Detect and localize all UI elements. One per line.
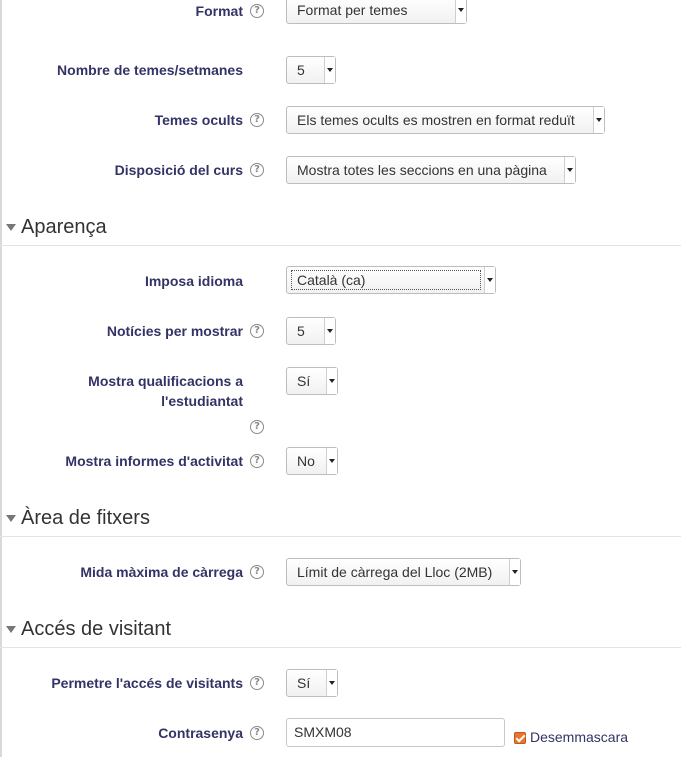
hidden-sections-select-value: Els temes ocults es mostren en format re… [297, 112, 575, 128]
section-header-files[interactable]: Àrea de fitxers [0, 502, 681, 537]
help-icon[interactable]: ? [250, 676, 264, 690]
course-layout-select[interactable]: Mostra totes les seccions en una pàgina [286, 156, 576, 184]
collapse-triangle-icon [6, 626, 16, 633]
section-title-files: Àrea de fitxers [21, 507, 150, 529]
field-label-show-grades-line2: l'estudiantat [161, 393, 243, 409]
help-icon[interactable]: ? [250, 113, 264, 127]
unmask-label[interactable]: Desemmascara [530, 728, 628, 746]
help-icon[interactable]: ? [250, 163, 264, 177]
chevron-down-icon [455, 0, 466, 23]
guest-password-value: SMXM08 [294, 724, 352, 740]
chevron-down-icon [564, 157, 575, 183]
force-language-select[interactable]: Català (ca) [286, 266, 496, 294]
section-header-appearance[interactable]: Aparença [0, 211, 681, 246]
field-label-course-layout: Disposició del curs [114, 162, 243, 178]
field-label-guest-access: Permetre l'accés de visitants [51, 675, 243, 691]
help-icon[interactable]: ? [250, 4, 264, 18]
show-grades-select[interactable]: Sí [286, 367, 338, 395]
help-icon[interactable]: ? [250, 565, 264, 579]
max-upload-select[interactable]: Límit de càrrega del Lloc (2MB) [286, 558, 521, 586]
field-label-hidden-sections: Temes ocults [154, 112, 243, 128]
course-layout-select-value: Mostra totes les seccions en una pàgina [297, 162, 547, 178]
chevron-down-icon [326, 448, 337, 474]
field-label-force-language: Imposa idioma [144, 273, 243, 289]
collapse-triangle-icon [6, 224, 16, 231]
show-reports-select-value: No [297, 453, 315, 469]
help-icon[interactable]: ? [250, 726, 264, 740]
help-icon[interactable]: ? [250, 420, 264, 434]
sections-number-select[interactable]: 5 [286, 56, 336, 84]
show-reports-select[interactable]: No [286, 447, 338, 475]
field-label-news-items: Notícies per mostrar [106, 323, 243, 339]
news-items-select-value: 5 [297, 323, 305, 339]
field-label-max-upload: Mida màxima de càrrega [80, 564, 243, 580]
help-icon[interactable]: ? [250, 324, 264, 338]
field-label-show-grades-line1: Mostra qualificacions a [88, 373, 243, 389]
sections-number-select-value: 5 [297, 62, 305, 78]
force-language-select-value: Català (ca) [297, 272, 366, 288]
chevron-down-icon [326, 670, 337, 696]
guest-access-select[interactable]: Sí [286, 669, 338, 697]
chevron-down-icon [593, 107, 604, 133]
field-label-guest-password: Contrasenya [158, 725, 243, 741]
section-title-appearance: Aparença [21, 216, 107, 238]
chevron-down-icon [324, 318, 335, 344]
section-header-guest[interactable]: Accés de visitant [0, 613, 681, 648]
hidden-sections-select[interactable]: Els temes ocults es mostren en format re… [286, 106, 605, 134]
field-label-format: Format [195, 3, 243, 19]
show-grades-select-value: Sí [297, 373, 311, 389]
news-items-select[interactable]: 5 [286, 317, 336, 345]
chevron-down-icon [509, 559, 520, 585]
guest-access-select-value: Sí [297, 675, 311, 691]
max-upload-select-value: Límit de càrrega del Lloc (2MB) [297, 564, 493, 580]
field-label-sections-number: Nombre de temes/setmanes [57, 62, 243, 78]
guest-password-input[interactable]: SMXM08 [286, 718, 505, 747]
chevron-down-icon [324, 57, 335, 83]
chevron-down-icon [484, 267, 495, 293]
chevron-down-icon [326, 368, 337, 394]
format-select[interactable]: Format per temes [286, 0, 467, 24]
help-icon[interactable]: ? [250, 454, 264, 468]
unmask-checkbox[interactable] [514, 732, 526, 744]
field-label-show-reports: Mostra informes d'activitat [65, 453, 243, 469]
collapse-triangle-icon [6, 515, 16, 522]
format-select-value: Format per temes [297, 2, 408, 18]
section-title-guest: Accés de visitant [21, 618, 172, 640]
